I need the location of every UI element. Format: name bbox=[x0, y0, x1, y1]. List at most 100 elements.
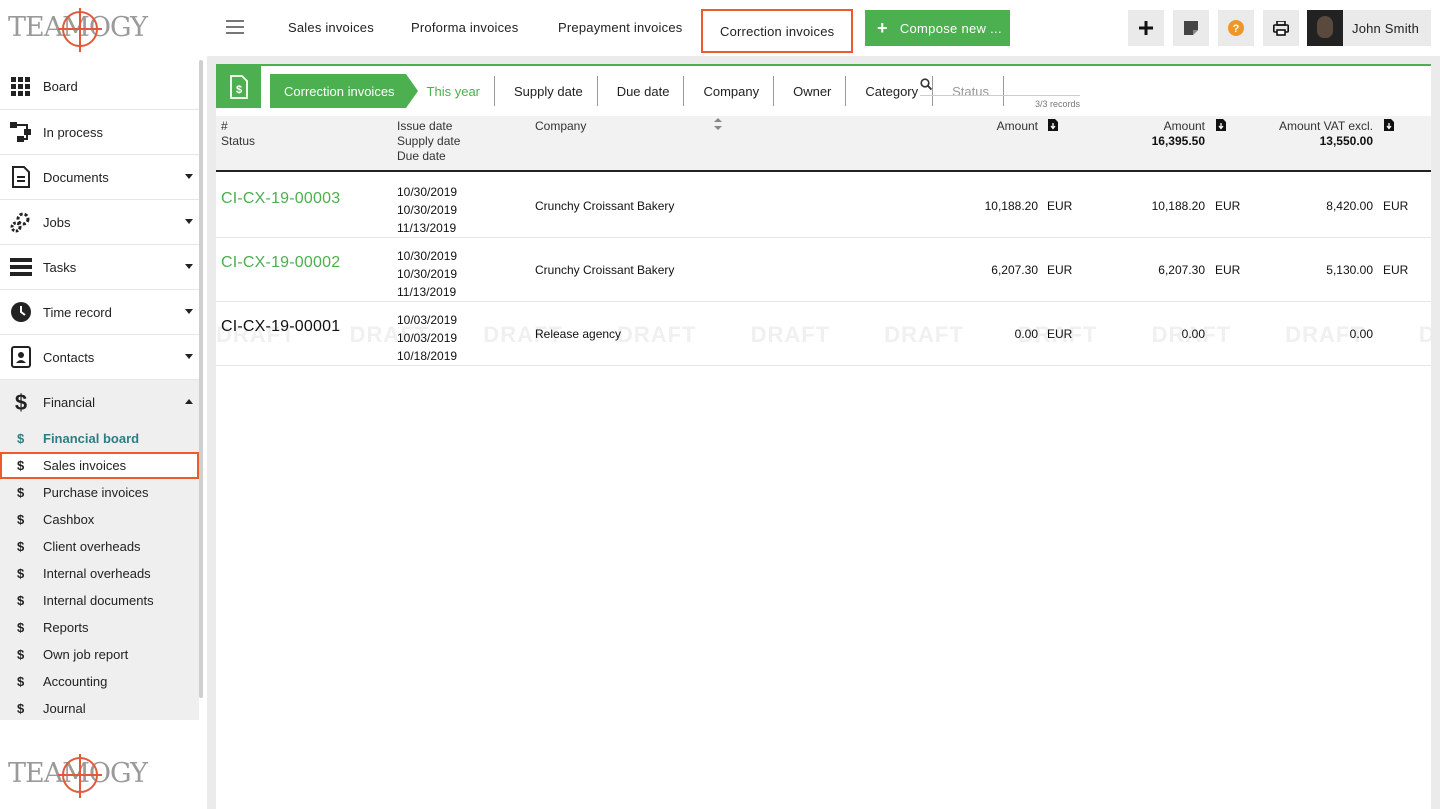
sidebar-subitem-internal-overheads[interactable]: $ Internal overheads bbox=[0, 560, 199, 587]
table-row[interactable]: CI-CX-19-00002 10/30/2019 10/30/2019 11/… bbox=[216, 238, 1431, 302]
sidebar-item-label: Contacts bbox=[43, 349, 95, 365]
compose-new-button[interactable]: + Compose new ... bbox=[865, 10, 1010, 46]
sidebar-subitem-client-overheads[interactable]: $ Client overheads bbox=[0, 533, 199, 560]
tab-correction-invoices[interactable]: Correction invoices bbox=[701, 9, 854, 53]
download-icon[interactable] bbox=[1384, 119, 1394, 131]
invoice-number-link[interactable]: CI-CX-19-00003 bbox=[221, 190, 340, 208]
invoice-number-link[interactable]: CI-CX-19-00002 bbox=[221, 254, 340, 272]
financial-submenu: $ Financial board $ Sales invoices $ Pur… bbox=[0, 425, 199, 722]
subitem-label: Internal documents bbox=[43, 593, 154, 608]
filter-due-date[interactable]: Due date bbox=[597, 74, 685, 108]
teamogy-logo[interactable]: TEAMOGY bbox=[8, 8, 148, 52]
chevron-down-icon[interactable] bbox=[185, 174, 193, 179]
plus-icon: + bbox=[877, 18, 888, 38]
chevron-down-icon[interactable] bbox=[185, 219, 193, 224]
tasks-icon bbox=[10, 256, 32, 278]
print-button[interactable] bbox=[1263, 10, 1299, 46]
table-row-draft[interactable]: DRAFT DRAFT DRAFT DRAFT DRAFT DRAFT DRAF… bbox=[216, 302, 1431, 366]
chevron-down-icon[interactable] bbox=[185, 354, 193, 359]
subitem-label: Own job report bbox=[43, 647, 129, 662]
sidebar-item-contacts[interactable]: Contacts bbox=[0, 335, 199, 380]
header-dates[interactable]: Issue date Supply date Due date bbox=[397, 119, 460, 164]
subitem-label: Cashbox bbox=[43, 512, 95, 527]
amount-currency: EUR bbox=[1047, 327, 1073, 341]
download-icon[interactable] bbox=[1048, 119, 1058, 131]
tab-sales-invoices[interactable]: Sales invoices bbox=[288, 0, 374, 54]
dollar-icon: $ bbox=[14, 389, 28, 415]
document-icon bbox=[10, 166, 32, 188]
sidebar-item-documents[interactable]: Documents bbox=[0, 155, 199, 200]
tab-prepayment-invoices[interactable]: Prepayment invoices bbox=[558, 0, 682, 54]
chevron-down-icon[interactable] bbox=[185, 309, 193, 314]
due-date: 10/18/2019 bbox=[397, 349, 458, 363]
user-menu[interactable]: John Smith bbox=[1307, 10, 1431, 46]
invoice-number-link[interactable]: CI-CX-19-00001 bbox=[221, 318, 340, 336]
header-amount[interactable]: Amount bbox=[997, 119, 1038, 134]
sidebar-item-time-record[interactable]: Time record bbox=[0, 290, 199, 335]
search-input[interactable] bbox=[920, 76, 1080, 96]
header-company[interactable]: Company bbox=[535, 119, 586, 134]
sidebar-item-label: Financial bbox=[43, 395, 96, 410]
sidebar-item-board[interactable]: Board bbox=[0, 64, 199, 110]
row-dates: 10/30/2019 10/30/2019 11/13/2019 bbox=[397, 247, 457, 301]
vat-excl-value: 0.00 bbox=[1349, 327, 1373, 341]
subitem-label: Purchase invoices bbox=[43, 485, 149, 500]
sidebar-subitem-reports[interactable]: $ Reports bbox=[0, 614, 199, 641]
sidebar-nav: Board In process Documents Jobs Tasks Ti… bbox=[0, 64, 199, 722]
search-icon bbox=[920, 78, 932, 90]
sidebar-subitem-cashbox[interactable]: $ Cashbox bbox=[0, 506, 199, 533]
header-status: Status bbox=[221, 134, 256, 148]
due-date: 11/13/2019 bbox=[397, 285, 457, 299]
main-content: $ Correction invoices This year Supply d… bbox=[207, 56, 1440, 809]
amount-currency: EUR bbox=[1047, 263, 1073, 277]
header-number-status[interactable]: # Status bbox=[221, 119, 255, 149]
dollar-icon: $ bbox=[17, 431, 25, 446]
vat-excl-currency: EUR bbox=[1383, 263, 1409, 277]
filter-company[interactable]: Company bbox=[683, 74, 774, 108]
sidebar-subitem-own-job-report[interactable]: $ Own job report bbox=[0, 641, 199, 668]
sidebar-subitem-accounting[interactable]: $ Accounting bbox=[0, 668, 199, 695]
hamburger-menu-icon[interactable] bbox=[226, 20, 244, 34]
sidebar-subitem-sales-invoices[interactable]: $ Sales invoices bbox=[0, 452, 199, 479]
sticky-note-icon bbox=[1184, 21, 1198, 35]
table-row[interactable]: CI-CX-19-00003 10/30/2019 10/30/2019 11/… bbox=[216, 174, 1431, 238]
logo-line-icon bbox=[79, 8, 81, 52]
notes-button[interactable] bbox=[1173, 10, 1209, 46]
filter-this-year[interactable]: This year bbox=[406, 74, 496, 108]
header-amount-label: Amount bbox=[1163, 119, 1205, 133]
dollar-icon: $ bbox=[17, 539, 25, 554]
subitem-label: Sales invoices bbox=[43, 458, 127, 473]
help-button[interactable]: ? bbox=[1218, 10, 1254, 46]
sidebar-item-in-process[interactable]: In process bbox=[0, 110, 199, 155]
filter-owner[interactable]: Owner bbox=[773, 74, 847, 108]
grid-icon bbox=[10, 76, 32, 98]
dollar-icon: $ bbox=[17, 485, 25, 500]
company-name: Crunchy Croissant Bakery bbox=[535, 199, 675, 213]
logo-line-icon bbox=[58, 28, 102, 30]
issue-date: 10/30/2019 bbox=[397, 185, 458, 199]
tab-proforma-invoices[interactable]: Proforma invoices bbox=[411, 0, 518, 54]
sort-icon[interactable] bbox=[713, 118, 723, 130]
amount-currency: EUR bbox=[1047, 199, 1073, 213]
chevron-up-icon[interactable] bbox=[185, 399, 193, 404]
sidebar-item-tasks[interactable]: Tasks bbox=[0, 245, 199, 290]
filter-correction-invoices[interactable]: Correction invoices bbox=[270, 74, 418, 108]
printer-icon bbox=[1273, 20, 1289, 36]
sidebar-footer: TEAMOGY bbox=[0, 720, 207, 809]
sidebar-scrollbar[interactable] bbox=[199, 60, 203, 698]
sidebar-item-financial[interactable]: $ Financial bbox=[0, 380, 199, 425]
sidebar-subitem-internal-documents[interactable]: $ Internal documents bbox=[0, 587, 199, 614]
header-amount-total[interactable]: Amount 16,395.50 bbox=[1152, 119, 1205, 149]
dollar-icon: $ bbox=[17, 566, 25, 581]
sidebar-subitem-journal[interactable]: $ Journal bbox=[0, 695, 199, 722]
sidebar-subitem-financial-board[interactable]: $ Financial board bbox=[0, 425, 199, 452]
chevron-down-icon[interactable] bbox=[185, 264, 193, 269]
add-button[interactable] bbox=[1128, 10, 1164, 46]
sidebar-subitem-purchase-invoices[interactable]: $ Purchase invoices bbox=[0, 479, 199, 506]
sidebar-item-jobs[interactable]: Jobs bbox=[0, 200, 199, 245]
sidebar-item-label: Board bbox=[43, 79, 78, 94]
header-amount-vat-excl[interactable]: Amount VAT excl. 13,550.00 bbox=[1279, 119, 1373, 149]
download-icon[interactable] bbox=[1216, 119, 1226, 131]
top-bar: Sales invoices Proforma invoices Prepaym… bbox=[207, 0, 1440, 56]
filter-supply-date[interactable]: Supply date bbox=[494, 74, 598, 108]
